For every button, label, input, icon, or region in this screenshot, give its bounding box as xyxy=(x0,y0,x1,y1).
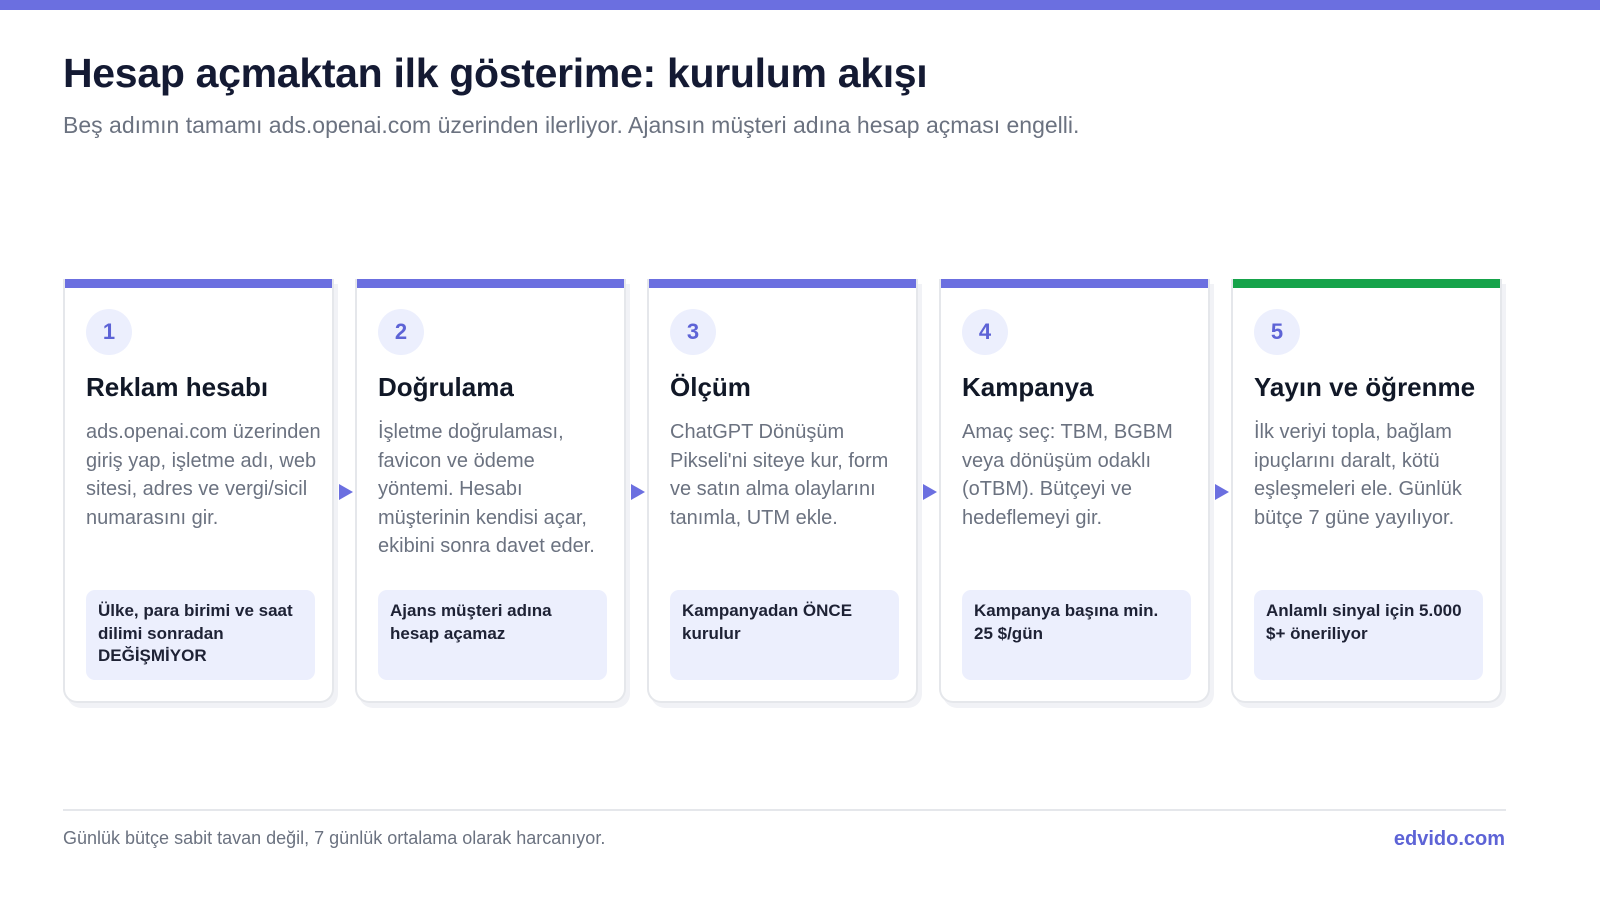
step-accent-bar xyxy=(357,279,624,288)
step-description: ChatGPT Dönüşüm Pikseli'ni siteye kur, f… xyxy=(670,421,889,529)
arrow-right-icon xyxy=(923,484,937,500)
step-card-4: 4 Kampanya Amaç seç: TBM, BGBM veya dönü… xyxy=(939,279,1210,703)
step-description: Amaç seç: TBM, BGBM veya dönüşüm odaklı … xyxy=(962,421,1173,529)
arrow-right-icon xyxy=(1215,484,1229,500)
step-accent-bar xyxy=(65,279,332,288)
step-number-badge: 1 xyxy=(86,309,132,355)
top-accent-bar xyxy=(0,0,1600,10)
step-card-2: 2 Doğrulama İşletme doğrulaması, favicon… xyxy=(355,279,626,703)
footer-divider xyxy=(63,809,1506,811)
step-number-badge: 5 xyxy=(1254,309,1300,355)
step-description: ads.openai.com üzerinden giriş yap, işle… xyxy=(86,421,321,529)
step-title: Reklam hesabı xyxy=(86,372,269,402)
step-number-badge: 4 xyxy=(962,309,1008,355)
arrow-right-icon xyxy=(631,484,645,500)
arrow-right-icon xyxy=(339,484,353,500)
step-number-badge: 2 xyxy=(378,309,424,355)
step-description: İlk veriyi topla, bağlam ipuçlarını dara… xyxy=(1254,421,1462,529)
page-title: Hesap açmaktan ilk gösterime: kurulum ak… xyxy=(63,50,928,96)
step-title: Doğrulama xyxy=(378,372,514,402)
step-title: Yayın ve öğrenme xyxy=(1254,372,1476,402)
step-accent-bar xyxy=(1233,279,1500,288)
step-card-5: 5 Yayın ve öğrenme İlk veriyi topla, bağ… xyxy=(1231,279,1502,703)
step-card-3: 3 Ölçüm ChatGPT Dönüşüm Pikseli'ni sitey… xyxy=(647,279,918,703)
brand-link[interactable]: edvido.com xyxy=(1394,828,1505,851)
footer-note: Günlük bütçe sabit tavan değil, 7 günlük… xyxy=(63,828,606,848)
step-note: Kampanyadan ÖNCE kurulur xyxy=(670,590,899,680)
page-subtitle: Beş adımın tamamı ads.openai.com üzerind… xyxy=(63,112,1080,138)
step-title: Ölçüm xyxy=(670,372,751,402)
step-title: Kampanya xyxy=(962,372,1094,402)
step-note: Ülke, para birimi ve saat dilimi sonrada… xyxy=(86,590,315,680)
step-description: İşletme doğrulaması, favicon ve ödeme yö… xyxy=(378,421,595,557)
step-note: Anlamlı sinyal için 5.000 $+ öneriliyor xyxy=(1254,590,1483,680)
step-number-badge: 3 xyxy=(670,309,716,355)
step-note: Ajans müşteri adına hesap açamaz xyxy=(378,590,607,680)
step-accent-bar xyxy=(941,279,1208,288)
step-card-1: 1 Reklam hesabı ads.openai.com üzerinden… xyxy=(63,279,334,703)
step-accent-bar xyxy=(649,279,916,288)
setup-flow: 1 Reklam hesabı ads.openai.com üzerinden… xyxy=(63,279,1503,703)
step-note: Kampanya başına min. 25 $/gün xyxy=(962,590,1191,680)
